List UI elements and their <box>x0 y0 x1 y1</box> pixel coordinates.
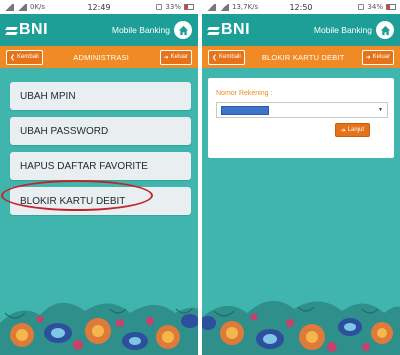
alarm-icon <box>156 4 163 10</box>
status-bar: 13,7K/s 12:50 34% <box>202 0 400 14</box>
block-card-form: Nomor Rekening : ▼ ➜ Lanjut <box>208 78 394 158</box>
logout-icon: ➜ <box>163 54 169 61</box>
home-icon[interactable] <box>376 21 394 39</box>
app-name: Mobile Banking <box>313 25 372 35</box>
page-title: ADMINISTRASI <box>73 52 130 62</box>
nav-bar: ❮ Kembali ADMINISTRASI ➜ Keluar <box>0 46 198 68</box>
battery-percent: 33% <box>165 3 181 11</box>
logout-button[interactable]: ➜ Keluar <box>159 49 192 65</box>
chevron-left-icon: ❮ <box>212 54 218 61</box>
arrow-right-icon: ➜ <box>340 127 346 134</box>
highlight-annotation <box>1 180 153 211</box>
brand-header: BNI Mobile Banking <box>0 14 198 46</box>
bni-logo-mark-icon <box>208 25 219 36</box>
signal-icon <box>206 3 216 11</box>
network-speed: 13,7K/s <box>232 3 259 11</box>
clock: 12:49 <box>87 2 111 12</box>
battery-percent: 34% <box>367 3 383 11</box>
signal-icon <box>219 3 229 11</box>
chevron-left-icon: ❮ <box>10 54 16 61</box>
redacted-account-value <box>221 105 269 115</box>
account-number-label: Nomor Rekening : <box>216 90 273 97</box>
app-name: Mobile Banking <box>111 25 170 35</box>
back-button[interactable]: ❮ Kembali <box>208 49 245 65</box>
logout-button[interactable]: ➜ Keluar <box>361 49 394 65</box>
back-button[interactable]: ❮ Kembali <box>6 49 43 65</box>
logout-icon: ➜ <box>365 54 371 61</box>
battery-icon <box>385 4 396 10</box>
floral-pattern <box>202 283 400 355</box>
signal-icon <box>4 3 14 11</box>
nav-bar: ❮ Kembali BLOKIR KARTU DEBIT ➜ Keluar <box>202 46 400 68</box>
home-icon[interactable] <box>174 21 192 39</box>
signal-icon <box>17 3 27 11</box>
clock: 12:50 <box>289 2 313 12</box>
floral-pattern <box>0 283 198 355</box>
bni-logo-mark-icon <box>6 25 17 36</box>
brand-header: BNI Mobile Banking <box>202 14 400 46</box>
bni-logo: BNI <box>208 21 250 39</box>
phone-screen-blokir-kartu-debit: 13,7K/s 12:50 34% BNI Mobile Banking ❮ K… <box>202 0 400 355</box>
screenshot-pair: 0K/s 12:49 33% BNI Mobile Banking ❮ Kemb… <box>0 0 400 355</box>
battery-icon <box>183 4 194 10</box>
continue-button[interactable]: ➜ Lanjut <box>334 123 370 137</box>
network-speed: 0K/s <box>30 3 46 11</box>
menu-item-hapus-daftar-favorite[interactable]: HAPUS DAFTAR FAVORITE <box>10 152 191 180</box>
account-number-select[interactable]: ▼ <box>216 102 388 118</box>
menu-item-ubah-mpin[interactable]: UBAH MPIN <box>10 82 191 110</box>
bni-logo: BNI <box>6 21 48 39</box>
status-bar: 0K/s 12:49 33% <box>0 0 198 14</box>
alarm-icon <box>358 4 365 10</box>
page-title: BLOKIR KARTU DEBIT <box>261 52 345 62</box>
menu-item-ubah-password[interactable]: UBAH PASSWORD <box>10 117 191 145</box>
phone-screen-administrasi: 0K/s 12:49 33% BNI Mobile Banking ❮ Kemb… <box>0 0 198 355</box>
caret-down-icon: ▼ <box>378 107 383 113</box>
